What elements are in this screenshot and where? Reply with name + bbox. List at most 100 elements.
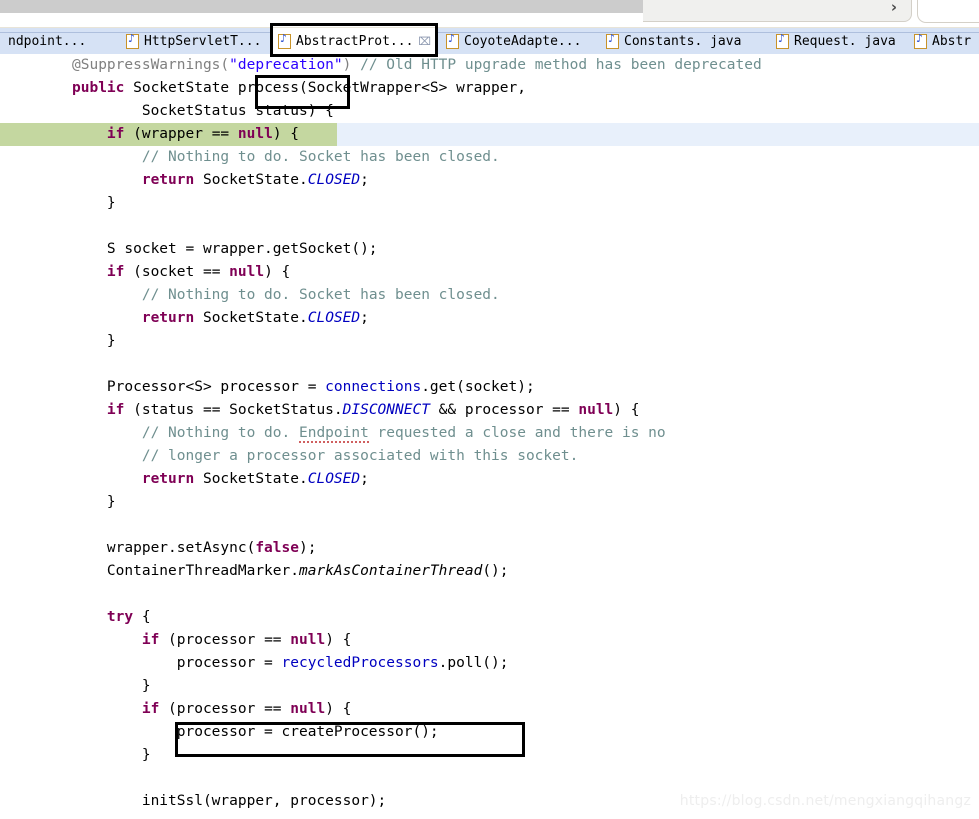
java-file-icon [278, 32, 291, 49]
code-line[interactable]: Processor<S> processor = connections.get… [0, 376, 979, 399]
code-token: public [72, 80, 125, 96]
window-top-strip: › [0, 0, 979, 27]
code-editor[interactable]: @SuppressWarnings("deprecation") // Old … [0, 54, 979, 819]
code-token: && processor == [429, 402, 579, 418]
code-line[interactable]: // longer a processor associated with th… [0, 445, 979, 468]
close-icon[interactable]: ⌧ [418, 35, 431, 48]
chevron-right-icon[interactable]: › [891, 0, 897, 15]
code-line[interactable]: ContainerThreadMarker.markAsContainerThr… [0, 560, 979, 583]
java-file-icon [126, 32, 139, 49]
code-token: if [141, 701, 160, 717]
code-token: .poll(); [438, 655, 509, 671]
code-line[interactable]: wrapper.setAsync(false); [0, 537, 979, 560]
code-token: processor = [72, 655, 282, 671]
code-token: @SuppressWarnings( [72, 57, 230, 73]
code-line[interactable] [0, 215, 979, 238]
code-line[interactable]: if (socket == null) { [0, 261, 979, 284]
code-line[interactable]: if (status == SocketStatus.DISCONNECT &&… [0, 399, 979, 422]
code-line[interactable]: try { [0, 606, 979, 629]
code-token: return [141, 172, 195, 188]
code-token: wrapper.setAsync( [72, 540, 256, 556]
editor-tab-label: Request. java [794, 33, 896, 49]
code-line[interactable]: } [0, 192, 979, 215]
editor-tab-4[interactable]: Constants. java [598, 28, 768, 54]
code-line[interactable]: S socket = wrapper.getSocket(); [0, 238, 979, 261]
code-line[interactable]: public SocketState process(SocketWrapper… [0, 77, 979, 100]
code-token: (processor == [159, 632, 291, 648]
code-line[interactable]: if (processor == null) { [0, 629, 979, 652]
code-token: (); [482, 563, 509, 579]
code-token: .get(socket); [421, 379, 535, 395]
editor-tab-label: Constants. java [624, 33, 742, 49]
code-line[interactable] [0, 514, 979, 537]
code-token: } [72, 195, 116, 211]
editor-tab-5[interactable]: Request. java [768, 28, 906, 54]
code-line[interactable]: processor = recycledProcessors.poll(); [0, 652, 979, 675]
code-token: { [133, 609, 151, 625]
code-content[interactable]: @SuppressWarnings("deprecation") // Old … [0, 54, 979, 813]
editor-tab-3[interactable]: CoyoteAdapte... [438, 28, 598, 54]
code-line[interactable]: return SocketState.CLOSED; [0, 468, 979, 491]
code-token: null [290, 632, 326, 648]
watermark-text: https://blog.csdn.net/mengxiangqihangz [679, 793, 971, 809]
code-token: ContainerThreadMarker. [72, 563, 299, 579]
editor-tab-1[interactable]: HttpServletT... [118, 28, 270, 54]
editor-tab-6[interactable]: Abstr [906, 28, 979, 54]
code-token: Processor<S> processor = [72, 379, 326, 395]
code-token: } [72, 333, 116, 349]
java-file-icon [914, 32, 927, 49]
code-token: if [106, 264, 125, 280]
code-token: return [141, 310, 195, 326]
code-line[interactable]: // Nothing to do. Socket has been closed… [0, 284, 979, 307]
code-line[interactable]: } [0, 675, 979, 698]
code-token: (wrapper == [124, 126, 238, 142]
editor-tab-2[interactable]: AbstractProt... ⌧ [270, 28, 438, 54]
code-token: // Old HTTP upgrade method has been depr… [360, 57, 762, 73]
code-token: // Nothing to do. Socket has been closed… [141, 149, 500, 165]
code-line[interactable]: @SuppressWarnings("deprecation") // Old … [0, 54, 979, 77]
horizontal-scrollbar-thumb[interactable] [0, 0, 643, 13]
code-token: SocketState process(SocketWrapper<S> wra… [124, 80, 526, 96]
code-line[interactable]: processor = createProcessor(); [0, 721, 979, 744]
editor-tab-label: HttpServletT... [144, 33, 262, 49]
code-token: null [578, 402, 614, 418]
code-token: ; [360, 471, 369, 487]
code-token: } [72, 678, 151, 694]
code-line[interactable]: SocketStatus status) { [0, 100, 979, 123]
code-token: SocketState. [194, 172, 308, 188]
java-file-icon [606, 32, 619, 49]
code-line[interactable]: } [0, 491, 979, 514]
code-line[interactable]: return SocketState.CLOSED; [0, 307, 979, 330]
code-line[interactable]: return SocketState.CLOSED; [0, 169, 979, 192]
code-line[interactable] [0, 767, 979, 790]
editor-tab-0[interactable]: ndpoint... [0, 28, 118, 54]
code-token: null [290, 701, 326, 717]
code-line[interactable]: // Nothing to do. Endpoint requested a c… [0, 422, 979, 445]
code-line[interactable]: } [0, 744, 979, 767]
code-line[interactable]: if (wrapper == null) { [0, 123, 979, 146]
code-line[interactable] [0, 583, 979, 606]
code-line[interactable]: // Nothing to do. Socket has been closed… [0, 146, 979, 169]
editor-tab-label: ndpoint... [8, 33, 87, 49]
code-line[interactable] [0, 353, 979, 376]
code-token: null [237, 126, 273, 142]
code-token: connections [325, 379, 422, 395]
code-line[interactable]: if (processor == null) { [0, 698, 979, 721]
code-token: (status == SocketStatus. [124, 402, 343, 418]
code-line[interactable]: } [0, 330, 979, 353]
code-token: initSsl(wrapper, processor); [72, 793, 387, 809]
editor-tab-label: Abstr [932, 33, 972, 49]
code-token: SocketState. [194, 471, 308, 487]
java-file-icon [776, 32, 789, 49]
editor-tab-bar[interactable]: ndpoint... HttpServletT... AbstractProt...… [0, 27, 979, 54]
code-token: ; [360, 172, 369, 188]
